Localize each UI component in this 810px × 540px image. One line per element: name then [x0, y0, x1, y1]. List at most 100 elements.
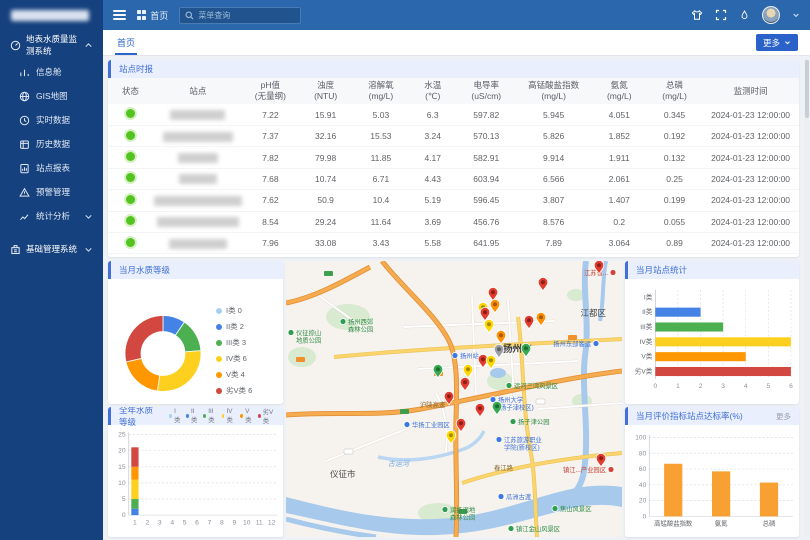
sidebar-items: 信息舱 GIS地图实时数据历史数据站点报表预警管理统计分析: [0, 60, 103, 228]
park-icon: [288, 330, 294, 336]
panel-title-text: 当月评价指标站点达标率(%): [636, 410, 743, 422]
sidebar-item-5[interactable]: 预警管理: [0, 180, 103, 204]
menu-search[interactable]: [179, 7, 301, 24]
map-label: 镇江...产业园区: [563, 465, 606, 474]
svg-text:12: 12: [268, 519, 276, 526]
svg-text:6: 6: [789, 383, 793, 390]
compliance-more-link[interactable]: 更多: [776, 411, 791, 422]
table-row: 7.6810.746.714.43603.946.5662.0610.25202…: [108, 168, 799, 189]
svg-text:5: 5: [122, 496, 126, 503]
svg-text:0: 0: [654, 383, 658, 390]
poi-blue-icon: [593, 341, 599, 347]
main-area: 首页 首页 更多 站点时报: [103, 0, 810, 540]
avatar[interactable]: [762, 6, 780, 24]
legend-item: 劣V类 6: [216, 385, 279, 396]
legend-item: II类 2: [216, 321, 279, 332]
search-input[interactable]: [198, 11, 295, 20]
panel-station-report: 站点时报 状态站点pH值(无量纲)浊度(NTU)溶解氧(mg/L)水温(℃)电导…: [108, 60, 799, 257]
legend-item: III类: [203, 407, 216, 425]
poi-blue-icon: [498, 494, 504, 500]
hamburger-menu-icon[interactable]: [113, 8, 126, 22]
scrollbar-thumb[interactable]: [805, 60, 809, 118]
map-label: 古运河: [388, 460, 411, 468]
svg-text:III类: III类: [640, 322, 652, 331]
legend-item: II类: [186, 407, 198, 425]
history-icon: [19, 139, 30, 150]
monthly-grade-donut-chart: [108, 279, 216, 404]
status-dot-online: [126, 152, 135, 161]
sidebar-item-3[interactable]: 历史数据: [0, 132, 103, 156]
svg-text:8: 8: [220, 519, 224, 526]
sidebar-item-1[interactable]: GIS地图: [0, 84, 103, 108]
map-label: 仪征市: [330, 469, 356, 479]
svg-text:劣V类: 劣V类: [635, 367, 653, 376]
svg-text:7: 7: [208, 519, 212, 526]
fullscreen-icon[interactable]: [715, 9, 727, 21]
content: 站点时报 状态站点pH值(无量纲)浊度(NTU)溶解氧(mg/L)水温(℃)电导…: [103, 56, 810, 540]
table-row: 7.8279.9811.854.17582.919.9141.9110.1322…: [108, 147, 799, 168]
tab-home[interactable]: 首页: [115, 30, 137, 55]
legend-item: V类 4: [216, 369, 279, 380]
svg-text:IV类: IV类: [640, 337, 653, 346]
sidebar-item-0[interactable]: 信息舱: [0, 60, 103, 84]
map-label: 扬州东部客运: [553, 339, 591, 348]
park-icon: [442, 507, 448, 513]
alert-icon: [19, 187, 30, 198]
sidebar-item-4[interactable]: 站点报表: [0, 156, 103, 180]
sidebar-item-2[interactable]: 实时数据: [0, 108, 103, 132]
more-button[interactable]: 更多: [756, 34, 798, 51]
svg-text:10: 10: [118, 480, 126, 487]
chevron-down-icon: [83, 211, 94, 222]
sidebar-item-label: GIS地图: [36, 90, 68, 102]
svg-text:5: 5: [183, 519, 187, 526]
column-header: 水温(℃): [409, 78, 457, 104]
map-label: 扬子津公园: [518, 417, 549, 426]
svg-text:25: 25: [118, 431, 126, 438]
sidebar-group-base-system[interactable]: 基础管理系统: [0, 234, 103, 264]
park-icon: [340, 319, 346, 325]
map[interactable]: 扬州市仪征市江都区古运河沪陕高速春江路扬州西郊森林公园仪征捺山地质公园运河三湾风…: [286, 261, 622, 537]
svg-text:80: 80: [639, 450, 647, 457]
svg-text:20: 20: [639, 498, 647, 505]
column-header: 浊度(NTU): [298, 78, 353, 104]
status-dot-online: [126, 131, 135, 140]
grid-icon: [137, 10, 146, 19]
park-icon: [508, 526, 514, 532]
svg-text:4: 4: [744, 383, 748, 390]
panel-title-text: 当月站点统计: [636, 264, 687, 276]
sidebar-item-label: 实时数据: [36, 114, 70, 126]
chevron-down-icon: [784, 39, 791, 46]
park-icon: [506, 383, 512, 389]
svg-text:1: 1: [676, 383, 680, 390]
panel-monthly-grade: 当月水质等级 I类 0II类 2III类 3IV类 6V类 4劣V类 6: [108, 261, 283, 404]
svg-text:3: 3: [721, 383, 725, 390]
sidebar-item-6[interactable]: 统计分析: [0, 204, 103, 228]
chevron-up-icon: [83, 40, 94, 51]
column-header: 高锰酸盐指数(mg/L): [516, 78, 592, 104]
svg-text:0: 0: [122, 512, 126, 519]
map-label: 华扬工业园区: [412, 420, 450, 429]
svg-text:V类: V类: [641, 352, 652, 361]
column-header: 状态: [108, 78, 153, 104]
status-dot-online: [126, 109, 135, 118]
theme-shirt-icon[interactable]: [691, 9, 703, 21]
user-caret-down-icon[interactable]: [792, 11, 800, 19]
yearly-legend: I类II类III类IV类V类劣V类: [169, 407, 275, 425]
station-name-redacted: [169, 239, 227, 249]
flame-icon[interactable]: [739, 9, 750, 21]
map-label: 江都区: [580, 308, 606, 318]
sidebar-item-label: 站点报表: [36, 162, 70, 174]
column-header: 监测时间: [702, 78, 799, 104]
map-label: 扬州站: [460, 351, 480, 360]
panel-title-station-report: 站点时报: [108, 60, 799, 78]
breadcrumb-home[interactable]: 首页: [137, 9, 168, 22]
svg-text:4: 4: [170, 519, 174, 526]
status-dot-online: [126, 195, 135, 204]
svg-text:60: 60: [639, 466, 647, 473]
svg-text:氨氮: 氨氮: [715, 519, 728, 528]
breadcrumb-label: 首页: [150, 9, 168, 22]
svg-text:11: 11: [256, 519, 263, 526]
sidebar-group-water-system[interactable]: 地表水质量监测系统: [0, 30, 103, 60]
svg-text:100: 100: [635, 435, 646, 442]
column-header: 总磷(mg/L): [647, 78, 702, 104]
